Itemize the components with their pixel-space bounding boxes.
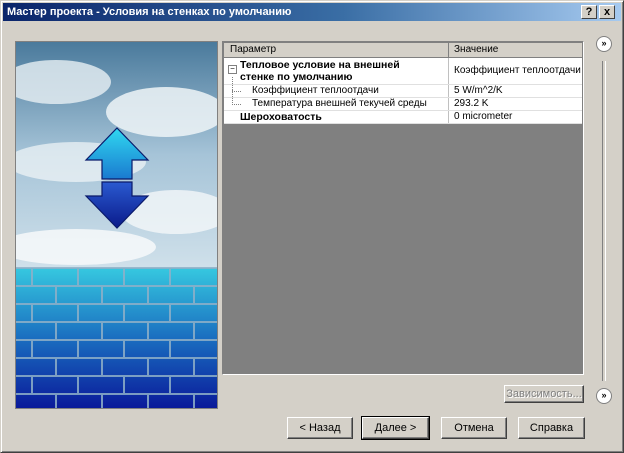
panel-divider [602, 61, 606, 381]
expand-panel-icon[interactable]: » [596, 36, 612, 52]
row-param: Шероховатость [240, 111, 322, 123]
table-row[interactable]: Шероховатость 0 micrometer [224, 111, 582, 124]
wizard-illustration [15, 41, 218, 409]
header-value-label: Значение [454, 44, 499, 55]
dependencies-button[interactable]: Зависимость... [504, 385, 584, 403]
row-param: Коэффициент теплоотдачи [252, 85, 379, 96]
wall-illustration-image [16, 42, 217, 408]
title-bar: Мастер проекта - Условия на стенках по у… [3, 3, 621, 21]
header-value-cell[interactable]: Значение [452, 43, 582, 57]
header-param-cell[interactable]: Параметр [224, 43, 449, 57]
row-value: 0 micrometer [454, 111, 513, 122]
help-button[interactable]: Справка [518, 417, 585, 439]
cancel-button[interactable]: Отмена [441, 417, 507, 439]
row-param: Температура внешней текучей среды [252, 98, 427, 109]
expand-dependencies-icon[interactable]: » [596, 388, 612, 404]
grid-header-row: Параметр Значение [224, 43, 582, 58]
collapse-toggle-icon[interactable]: − [228, 65, 237, 74]
table-row[interactable]: Температура внешней текучей среды 293.2 … [224, 90, 582, 111]
row-value: 293.2 K [454, 98, 489, 109]
window-title: Мастер проекта - Условия на стенках по у… [7, 6, 292, 18]
row-value: Коэффициент теплоотдачи [454, 65, 581, 76]
row-param-line2: стенке по умолчанию [240, 71, 353, 83]
table-row[interactable]: − Тепловое условие на внешней стенке по … [224, 58, 582, 85]
property-table: Параметр Значение − Тепловое условие на … [224, 43, 582, 124]
row-value: 5 W/m^2/K [454, 85, 503, 96]
header-param-label: Параметр [230, 44, 277, 55]
property-grid: Параметр Значение − Тепловое условие на … [222, 41, 584, 375]
table-row[interactable]: Коэффициент теплоотдачи 5 W/m^2/K [224, 77, 582, 98]
wizard-window: Мастер проекта - Условия на стенках по у… [0, 0, 624, 453]
next-button[interactable]: Далее > [361, 416, 430, 440]
help-title-button[interactable]: ? [581, 5, 597, 19]
back-button[interactable]: < Назад [287, 417, 353, 439]
row-param: Тепловое условие на внешней [240, 59, 400, 71]
tree-connector [232, 90, 241, 105]
close-button[interactable]: x [599, 5, 615, 19]
